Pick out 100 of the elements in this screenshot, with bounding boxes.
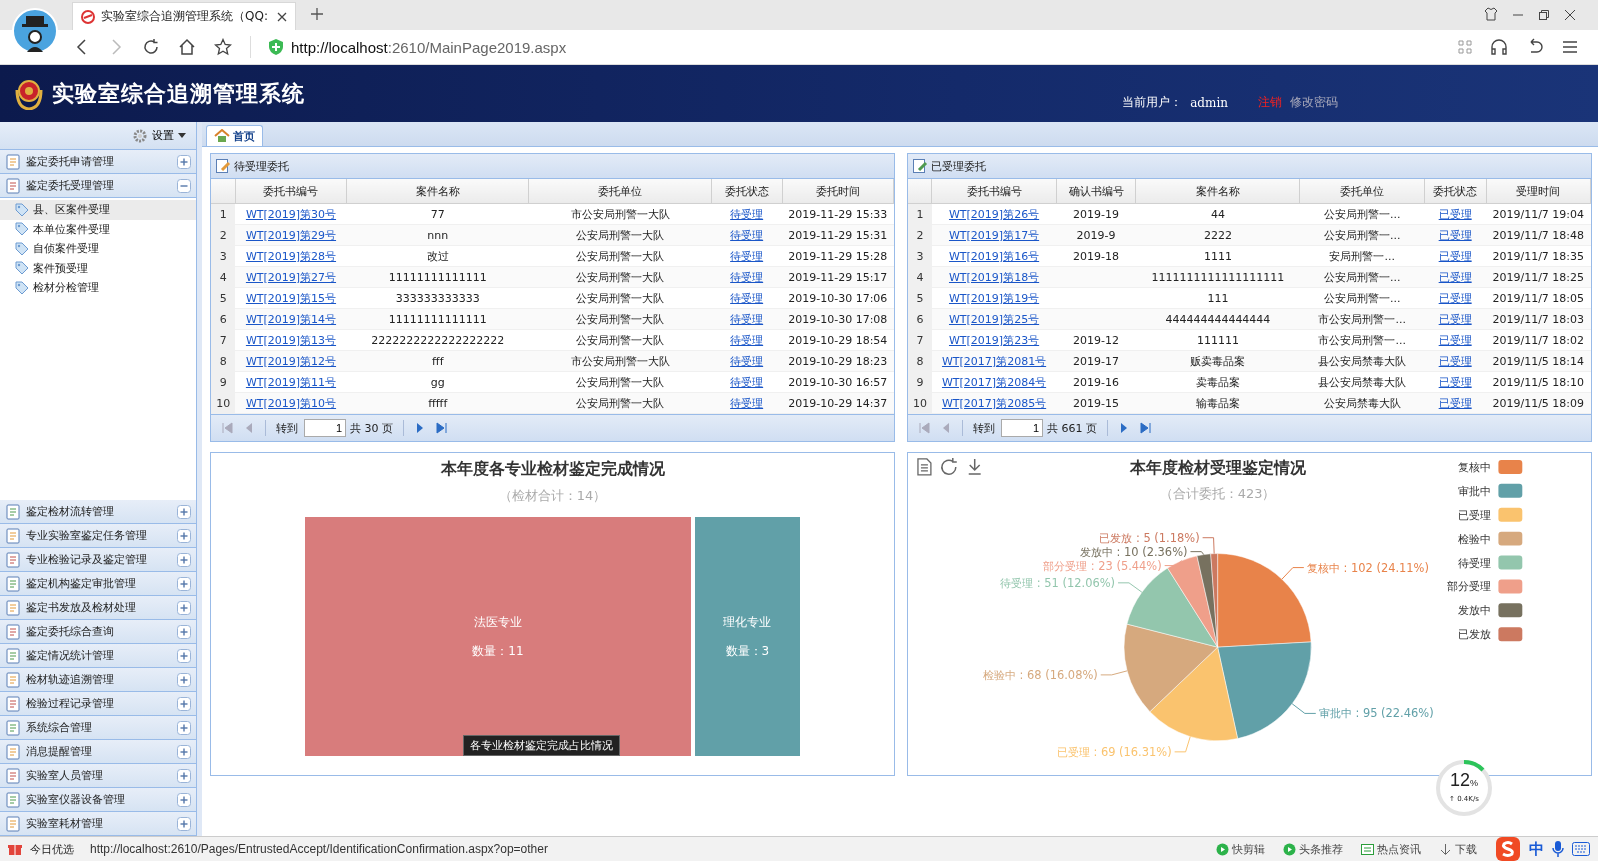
legend-swatch[interactable] (1498, 507, 1523, 522)
legend-label[interactable]: 检验中 (1458, 532, 1492, 546)
status-item[interactable]: 头条推荐 (1283, 841, 1343, 857)
expand-icon[interactable] (177, 720, 191, 735)
pie-slice[interactable] (1217, 641, 1312, 739)
menu-group-header[interactable]: 鉴定机构鉴定审批管理 (0, 572, 196, 596)
status-link[interactable]: 已受理 (1438, 291, 1472, 305)
legend-swatch[interactable] (1498, 627, 1523, 642)
first-page-icon[interactable] (918, 422, 930, 434)
menu-group-header[interactable]: 检验过程记录管理 (0, 692, 196, 716)
status-link[interactable]: 已受理 (1438, 333, 1472, 347)
browser-tab[interactable]: 实验室综合追溯管理系统（QQ: (72, 2, 296, 30)
expand-icon[interactable] (177, 576, 191, 591)
expand-icon[interactable] (177, 154, 191, 169)
column-header[interactable]: 委托书编号 (235, 179, 347, 204)
ime-mode[interactable]: 中 (1529, 839, 1544, 859)
expand-icon[interactable] (177, 528, 191, 543)
menu-group-header[interactable]: 实验室人员管理 (0, 764, 196, 788)
menu-group-header[interactable]: 鉴定书发放及检材处理 (0, 596, 196, 620)
menu-group-header[interactable]: 鉴定委托申请管理 (0, 150, 196, 174)
column-header[interactable]: 受理时间 (1486, 179, 1591, 204)
entrust-number-link[interactable]: WT[2019]第19号 (948, 291, 1040, 305)
download-icon[interactable] (968, 458, 982, 475)
column-header[interactable]: 案件名称 (1135, 179, 1300, 204)
legend-label[interactable]: 已受理 (1458, 508, 1492, 522)
menu-item[interactable]: 检材分检管理 (0, 278, 196, 298)
refresh-icon[interactable] (941, 457, 958, 475)
status-link[interactable]: 已受理 (1438, 375, 1472, 389)
column-header[interactable]: 确认书编号 (1056, 179, 1136, 204)
page-tab[interactable]: 首页 (206, 125, 263, 146)
entrust-number-link[interactable]: WT[2019]第26号 (948, 207, 1040, 221)
change-password-link[interactable]: 修改密码 (1290, 94, 1338, 111)
microphone-icon[interactable] (1552, 841, 1564, 857)
menu-group-header[interactable]: 实验室仪器设备管理 (0, 788, 196, 812)
column-header[interactable]: 案件名称 (346, 179, 529, 204)
entrust-number-link[interactable]: WT[2019]第13号 (245, 333, 337, 347)
status-item[interactable]: 热点资讯 (1361, 841, 1421, 857)
status-link[interactable]: 待受理 (730, 375, 764, 389)
pie-slice[interactable] (1123, 623, 1218, 712)
expand-icon[interactable] (177, 552, 191, 567)
legend-label[interactable]: 审批中 (1458, 484, 1492, 498)
menu-group-header[interactable]: 实验室耗材管理 (0, 812, 196, 836)
page-input[interactable]: 1 (304, 419, 346, 437)
menu-item[interactable]: 自侦案件受理 (0, 239, 196, 259)
menu-item[interactable]: 案件预受理 (0, 258, 196, 278)
status-link[interactable]: 待受理 (730, 333, 764, 347)
sogou-logo-icon[interactable] (1495, 836, 1521, 861)
column-header[interactable]: 委托状态 (711, 179, 783, 204)
legend-swatch[interactable] (1498, 483, 1523, 498)
status-link[interactable]: 已受理 (1438, 249, 1472, 263)
expand-icon[interactable] (177, 816, 191, 831)
entrust-number-link[interactable]: WT[2019]第16号 (948, 249, 1040, 263)
legend-label[interactable]: 发放中 (1458, 604, 1492, 618)
status-item[interactable]: 下载 (1439, 841, 1477, 857)
shirt-icon[interactable] (1484, 7, 1498, 21)
restore-icon[interactable] (1538, 9, 1550, 21)
status-link[interactable]: 待受理 (730, 291, 764, 305)
legend-swatch[interactable] (1498, 579, 1523, 594)
legend-swatch[interactable] (1498, 555, 1523, 570)
status-link[interactable]: 待受理 (730, 207, 764, 221)
entrust-number-link[interactable]: WT[2019]第30号 (245, 207, 337, 221)
menu-group-header[interactable]: 鉴定委托综合查询 (0, 620, 196, 644)
close-icon[interactable] (1564, 9, 1576, 21)
expand-icon[interactable] (177, 792, 191, 807)
menu-group-header[interactable]: 专业检验记录及鉴定管理 (0, 548, 196, 572)
legend-label[interactable]: 待受理 (1458, 556, 1492, 570)
menu-group-header[interactable]: 检材轨迹追溯管理 (0, 668, 196, 692)
pie-slice[interactable] (1149, 646, 1238, 741)
headphones-icon[interactable] (1490, 38, 1508, 56)
collapse-icon[interactable] (177, 178, 191, 193)
menu-group-header[interactable]: 鉴定委托受理管理 (0, 174, 196, 198)
expand-icon[interactable] (177, 696, 191, 711)
status-link[interactable]: 待受理 (730, 249, 764, 263)
profile-avatar[interactable] (12, 8, 58, 54)
legend-swatch[interactable] (1498, 531, 1523, 546)
column-header[interactable]: 委托书编号 (931, 179, 1057, 204)
entrust-number-link[interactable]: WT[2019]第15号 (245, 291, 337, 305)
legend-label[interactable]: 复核中 (1458, 460, 1492, 474)
star-icon[interactable] (214, 38, 232, 56)
first-page-icon[interactable] (221, 422, 233, 434)
page-input[interactable]: 1 (1001, 419, 1043, 437)
legend-label[interactable]: 部分受理 (1447, 580, 1492, 594)
legend-swatch[interactable] (1498, 459, 1523, 474)
menu-group-header[interactable]: 鉴定情况统计管理 (0, 644, 196, 668)
menu-item[interactable]: 本单位案件受理 (0, 219, 196, 239)
column-header[interactable]: 委托单位 (528, 179, 712, 204)
address-field[interactable]: http://localhost:2610/MainPage2019.aspx (291, 38, 567, 56)
reload-icon[interactable] (142, 38, 160, 56)
last-page-icon[interactable] (1140, 422, 1152, 434)
pie-slice[interactable] (1210, 553, 1218, 648)
status-link[interactable]: 已受理 (1438, 207, 1472, 221)
menu-item[interactable]: 县、区案件受理 (0, 200, 196, 220)
menu-group-header[interactable]: 专业实验室鉴定任务管理 (0, 524, 196, 548)
close-icon[interactable] (277, 11, 287, 22)
entrust-number-link[interactable]: WT[2019]第23号 (948, 333, 1040, 347)
document-icon[interactable] (917, 458, 932, 476)
gift-icon[interactable] (8, 842, 22, 856)
entrust-number-link[interactable]: WT[2017]第2084号 (941, 375, 1047, 389)
column-header[interactable]: 委托状态 (1424, 179, 1486, 204)
pie-slice[interactable] (1196, 553, 1218, 648)
